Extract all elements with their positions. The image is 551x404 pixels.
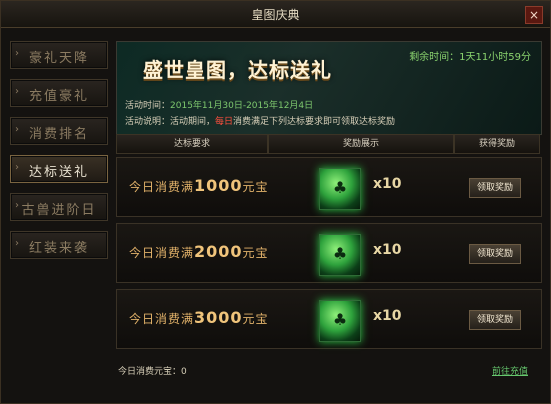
banner-title: 盛世皇图，达标送礼 bbox=[143, 58, 332, 82]
sidebar-item-label: 古兽进阶日 bbox=[21, 203, 97, 218]
window-title: 皇图庆典 bbox=[251, 8, 300, 22]
today-spent: 今日消费元宝：0 bbox=[118, 364, 187, 377]
today-spent-value: 0 bbox=[181, 367, 187, 377]
sidebar-item-label: 豪礼天降 bbox=[28, 51, 89, 66]
reward-row-1: 今日消费满1000元宝 ♣ x10 领取奖励 bbox=[116, 157, 542, 217]
jade-paw-icon[interactable]: ♣ bbox=[319, 234, 361, 276]
event-desc-suffix: 消费满足下列达标要求即可领取达标奖励 bbox=[233, 117, 396, 127]
sidebar-item-label: 达标送礼 bbox=[28, 165, 89, 180]
paw-glyph-icon: ♣ bbox=[332, 178, 348, 197]
close-button[interactable]: × bbox=[525, 6, 543, 24]
reward-row-3: 今日消费满3000元宝 ♣ x10 领取奖励 bbox=[116, 289, 542, 349]
requirement-suffix: 元宝 bbox=[242, 180, 269, 194]
sidebar-item-label: 充值豪礼 bbox=[28, 89, 89, 104]
header-get-reward: 获得奖励 bbox=[454, 134, 540, 154]
requirement-suffix: 元宝 bbox=[242, 246, 269, 260]
recharge-link[interactable]: 前往充值 bbox=[492, 364, 528, 377]
header-requirement: 达标要求 bbox=[116, 134, 268, 154]
requirement-prefix: 今日消费满 bbox=[129, 312, 195, 326]
reward-row-2: 今日消费满2000元宝 ♣ x10 领取奖励 bbox=[116, 223, 542, 283]
paw-glyph-icon: ♣ bbox=[332, 244, 348, 263]
main-panel: 剩余时间：1天11小时59分 盛世皇图，达标送礼 活动时间：2015年11月30… bbox=[116, 41, 542, 382]
event-time-label: 活动时间： bbox=[125, 101, 171, 111]
requirement-prefix: 今日消费满 bbox=[129, 180, 195, 194]
requirement-prefix: 今日消费满 bbox=[129, 246, 195, 260]
sidebar: › 豪礼天降 › 充值豪礼 › 消费排名 › 达标送礼 › 古兽进阶日 › 红装… bbox=[10, 41, 108, 269]
paw-glyph-icon: ♣ bbox=[332, 310, 348, 329]
event-desc-prefix: 活动期间， bbox=[170, 117, 216, 127]
close-icon: × bbox=[528, 8, 540, 22]
claim-reward-button[interactable]: 领取奖励 bbox=[469, 310, 521, 330]
header-reward-display: 奖励展示 bbox=[268, 134, 454, 154]
reward-quantity: x10 bbox=[373, 308, 402, 324]
requirement-text: 今日消费满2000元宝 bbox=[129, 242, 269, 261]
sidebar-item-gushou-jinjie[interactable]: › 古兽进阶日 bbox=[10, 193, 108, 221]
requirement-amount: 1000 bbox=[194, 176, 243, 195]
claim-reward-button[interactable]: 领取奖励 bbox=[469, 178, 521, 198]
reward-quantity: x10 bbox=[373, 176, 402, 192]
countdown-timer: 剩余时间：1天11小时59分 bbox=[409, 52, 531, 63]
today-spent-label: 今日消费元宝： bbox=[118, 367, 182, 377]
requirement-amount: 3000 bbox=[194, 308, 243, 327]
main-window: 皇图庆典 × › 豪礼天降 › 充值豪礼 › 消费排名 › 达标送礼 › 古兽进… bbox=[0, 0, 551, 404]
requirement-suffix: 元宝 bbox=[242, 312, 269, 326]
requirement-text: 今日消费满3000元宝 bbox=[129, 308, 269, 327]
requirement-amount: 2000 bbox=[194, 242, 243, 261]
table-header: 达标要求 奖励展示 获得奖励 bbox=[116, 134, 540, 154]
sidebar-item-haoli-tianjiang[interactable]: › 豪礼天降 bbox=[10, 41, 108, 69]
jade-paw-icon[interactable]: ♣ bbox=[319, 168, 361, 210]
event-desc-highlight: 每日 bbox=[215, 117, 234, 127]
sidebar-item-label: 红装来袭 bbox=[28, 241, 89, 256]
event-time: 活动时间：2015年11月30日-2015年12月4日 bbox=[125, 98, 313, 111]
event-desc-label: 活动说明： bbox=[125, 117, 171, 127]
event-description: 活动说明：活动期间，每日消费满足下列达标要求即可领取达标奖励 bbox=[125, 114, 395, 127]
sidebar-item-dabiao-songli[interactable]: › 达标送礼 bbox=[10, 155, 108, 183]
claim-reward-button[interactable]: 领取奖励 bbox=[469, 244, 521, 264]
sidebar-item-xiaofei-paiming[interactable]: › 消费排名 bbox=[10, 117, 108, 145]
jade-paw-icon[interactable]: ♣ bbox=[319, 300, 361, 342]
sidebar-item-hongzhuang-laixi[interactable]: › 红装来袭 bbox=[10, 231, 108, 259]
requirement-text: 今日消费满1000元宝 bbox=[129, 176, 269, 195]
event-banner: 剩余时间：1天11小时59分 盛世皇图，达标送礼 活动时间：2015年11月30… bbox=[116, 41, 542, 135]
event-time-value: 2015年11月30日-2015年12月4日 bbox=[170, 101, 314, 111]
sidebar-item-label: 消费排名 bbox=[28, 127, 89, 142]
title-bar: 皇图庆典 × bbox=[1, 1, 550, 28]
reward-quantity: x10 bbox=[373, 242, 402, 258]
footer-bar: 今日消费元宝：0 前往充值 bbox=[116, 359, 540, 381]
sidebar-item-chongzhi-haoli[interactable]: › 充值豪礼 bbox=[10, 79, 108, 107]
